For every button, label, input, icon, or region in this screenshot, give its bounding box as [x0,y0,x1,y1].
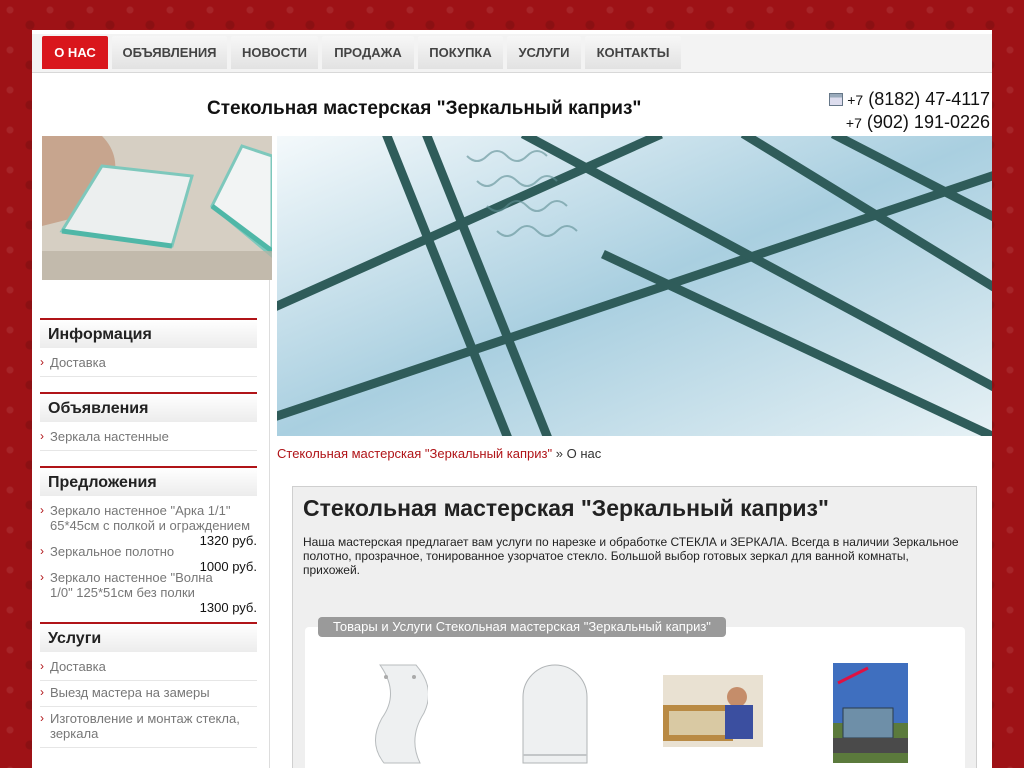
arrow-right-icon: › [40,711,44,725]
phone-line-2: +7 (902) 191-0226 [829,111,990,134]
arrow-right-icon: › [40,570,44,584]
phone-code: +7 [845,115,862,131]
nav-item-purchase[interactable]: ПОКУПКА [418,36,503,69]
sidebar-title-services: Услуги [40,622,257,652]
delivery-photo [833,663,908,763]
offer-name: Зеркало настенное "Арка 1/1" 65*45см с п… [50,503,251,533]
offer-price: 1300 руб. [199,600,257,615]
page: О НАС ОБЪЯВЛЕНИЯ НОВОСТИ ПРОДАЖА ПОКУПКА… [32,30,992,768]
wave-mirror-image [375,664,429,764]
nav-item-about[interactable]: О НАС [42,36,108,69]
breadcrumb: Стекольная мастерская "Зеркальный каприз… [277,446,601,461]
offer-name: Зеркало настенное "Волна 1/0" 125*51см б… [50,570,213,600]
nav-item-contacts[interactable]: КОНТАКТЫ [585,36,681,69]
phone-line-1: +7 (8182) 47-4117 [829,88,990,111]
glass-roof-banner [277,136,992,436]
glass-hand-photo [42,136,272,280]
sidebar-title-ads: Объявления [40,392,257,422]
page-heading: Стекольная мастерская "Зеркальный каприз… [303,495,829,521]
sidebar-link-label: Изготовление и монтаж стекла, зеркала [50,711,240,741]
arrow-right-icon: › [40,544,44,558]
content-card: Стекольная мастерская "Зеркальный каприз… [292,486,977,768]
phone-block: +7 (8182) 47-4117 +7 (902) 191-0226 [829,88,990,134]
sidebar-link-service-delivery[interactable]: › Доставка [40,659,257,681]
sidebar-link-label: Доставка [50,355,106,370]
sidebar-title-offers: Предложения [40,466,257,496]
product-glass-workshop[interactable] [663,675,763,752]
offer-name: Зеркальное полотно [50,544,175,559]
phone-number: (902) 191-0226 [866,112,990,132]
sidebar-offer-wave-mirror[interactable]: › Зеркало настенное "Волна 1/0" 125*51см … [40,570,257,600]
sidebar-link-wall-mirrors[interactable]: › Зеркала настенные [40,429,257,451]
arrow-right-icon: › [40,659,44,673]
sidebar-link-label: Зеркала настенные [50,429,169,444]
sidebar-title-info: Информация [40,318,257,348]
arrow-right-icon: › [40,503,44,517]
sidebar-link-label: Выезд мастера на замеры [50,685,210,700]
glass-hand-illustration [42,136,272,280]
sidebar-link-measure-visit[interactable]: › Выезд мастера на замеры [40,685,257,707]
arrow-right-icon: › [40,429,44,443]
glass-roof-illustration [277,136,992,436]
breadcrumb-home-link[interactable]: Стекольная мастерская "Зеркальный каприз… [277,446,552,461]
phone-icon [829,93,844,106]
sidebar-link-glass-install[interactable]: › Изготовление и монтаж стекла, зеркала [40,711,257,748]
product-glass-delivery[interactable] [833,663,908,768]
arch-mirror-image [522,664,588,764]
breadcrumb-current: О нас [566,446,602,461]
nav-item-news[interactable]: НОВОСТИ [231,36,318,69]
sidebar-link-label: Доставка [50,659,106,674]
site-title: Стекольная мастерская "Зеркальный каприз… [207,98,642,119]
product-wave-mirror[interactable] [368,663,429,768]
page-description: Наша мастерская предлагает вам услуги по… [303,535,959,577]
product-arch-mirror[interactable] [521,663,589,768]
sidebar-offer-arch-mirror[interactable]: › Зеркало настенное "Арка 1/1" 65*45см с … [40,503,257,535]
arrow-right-icon: › [40,685,44,699]
top-nav: О НАС ОБЪЯВЛЕНИЯ НОВОСТИ ПРОДАЖА ПОКУПКА… [32,34,992,73]
breadcrumb-separator: » [555,446,563,461]
phone-code: +7 [847,92,864,108]
nav-item-services[interactable]: УСЛУГИ [507,36,581,69]
workshop-photo [663,675,763,747]
sidebar-link-delivery[interactable]: › Доставка [40,355,257,377]
sidebar-divider [269,280,270,768]
arrow-right-icon: › [40,355,44,369]
phone-number: (8182) 47-4117 [868,89,990,109]
nav-item-ads[interactable]: ОБЪЯВЛЕНИЯ [112,36,227,69]
nav-item-sale[interactable]: ПРОДАЖА [322,36,414,69]
goods-title: Товары и Услуги Стекольная мастерская "З… [318,617,726,637]
